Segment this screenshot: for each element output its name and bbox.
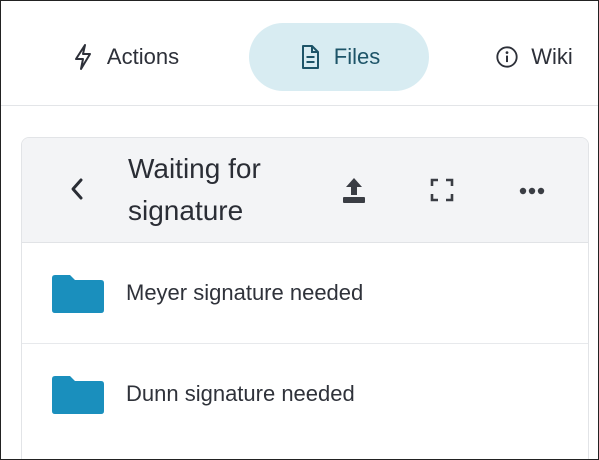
folder-icon [50,272,106,314]
tab-wiki-label: Wiki [531,44,573,69]
folder-row[interactable]: Meyer signature needed [22,243,588,344]
upload-button[interactable] [336,174,372,210]
expand-button[interactable] [424,174,460,210]
back-button[interactable] [60,174,94,208]
folder-icon [50,373,106,415]
folder-name: Meyer signature needed [126,280,364,305]
tab-actions-label: Actions [106,44,180,69]
tab-bar: Actions Files Wiki [1,1,598,106]
tab-actions[interactable]: Actions [45,23,205,91]
more-options-button[interactable] [514,174,550,210]
folder-name: Dunn signature needed [126,381,355,406]
expand-icon [429,177,455,208]
more-icon [518,183,546,201]
files-panel-window: Actions Files Wiki Waiting for signature… [0,0,599,460]
tab-wiki[interactable]: Wiki [469,23,598,91]
tab-files[interactable]: Files [249,23,429,91]
files-panel: Waiting for signature Meyer signature ne… [21,137,589,459]
info-icon [495,43,519,71]
folder-row[interactable]: Dunn signature needed [22,344,588,444]
lightning-icon [71,43,95,71]
tab-files-label: Files [333,44,381,69]
upload-icon [340,175,368,210]
chevron-left-icon [69,177,85,206]
panel-header: Waiting for signature [22,138,588,243]
file-icon [298,43,322,71]
folder-title: Waiting for signature [128,153,261,226]
